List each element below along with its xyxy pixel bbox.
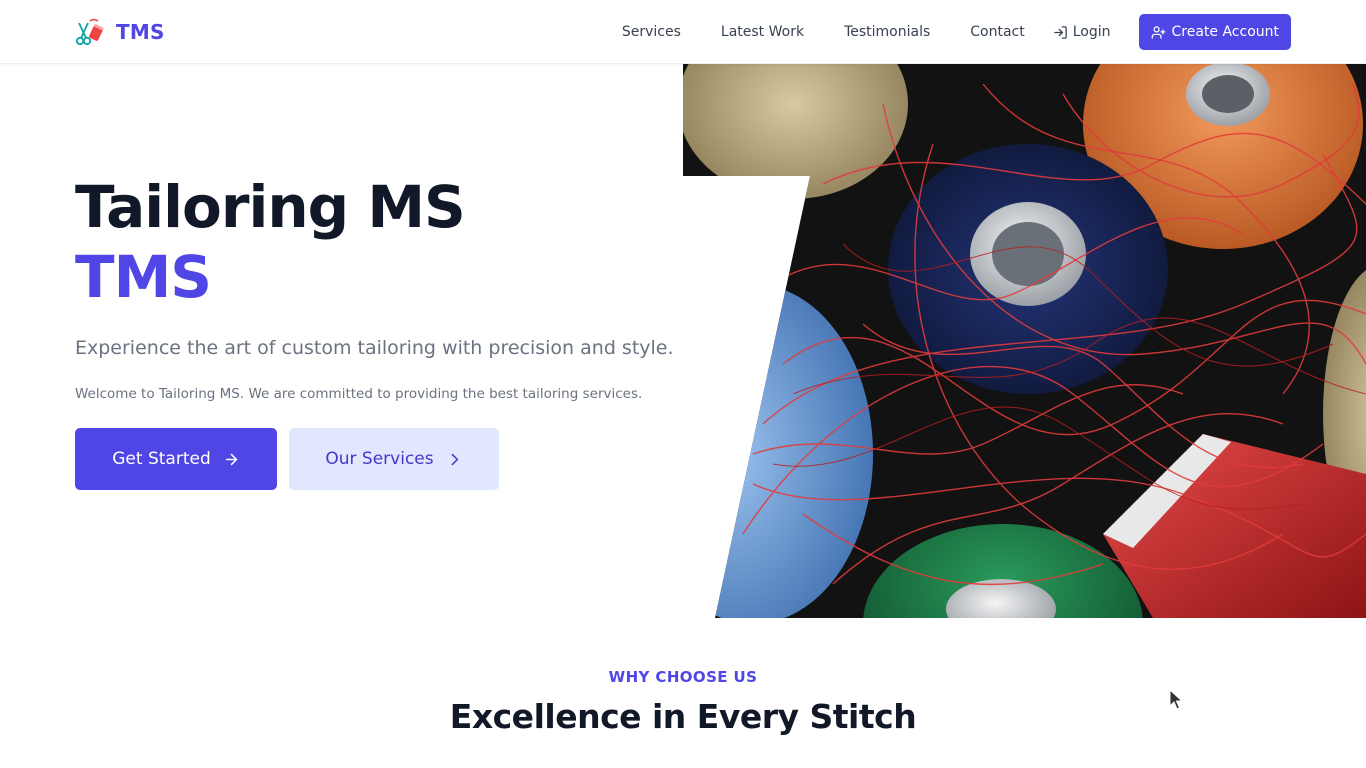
- nav-testimonials[interactable]: Testimonials: [844, 14, 930, 50]
- arrow-right-icon: [225, 453, 237, 465]
- nav-latest-work[interactable]: Latest Work: [721, 14, 804, 50]
- login-link[interactable]: Login: [1053, 24, 1111, 40]
- hero-subtitle: Experience the art of custom tailoring w…: [75, 337, 674, 359]
- brand[interactable]: TMS: [74, 17, 165, 47]
- hero-actions: Get Started Our Services: [75, 428, 499, 490]
- brand-name: TMS: [116, 20, 165, 44]
- login-label: Login: [1072, 24, 1111, 40]
- section-title: Excellence in Every Stitch: [449, 697, 917, 736]
- section-kicker: WHY CHOOSE US: [608, 668, 758, 686]
- login-icon: [1053, 25, 1067, 39]
- nav-services[interactable]: Services: [622, 14, 681, 50]
- nav-contact[interactable]: Contact: [970, 14, 1024, 50]
- hero-section: Tailoring MS TMS Experience the art of c…: [75, 172, 675, 404]
- mouse-cursor-icon: [1169, 689, 1183, 710]
- create-account-button[interactable]: Create Account: [1138, 14, 1291, 50]
- hero-description: Welcome to Tailoring MS. We are committe…: [75, 386, 643, 402]
- hero-title: Tailoring MS: [75, 173, 466, 241]
- create-account-label: Create Account: [1171, 24, 1280, 40]
- our-services-button[interactable]: Our Services: [289, 428, 499, 490]
- sewing-logo-icon: [75, 18, 104, 46]
- site-header: TMS Services Latest Work Testimonials Co…: [0, 0, 1366, 64]
- our-services-label: Our Services: [325, 449, 434, 469]
- get-started-label: Get Started: [112, 449, 211, 469]
- main-nav: Services Latest Work Testimonials Contac…: [622, 14, 1291, 50]
- hero-image-thread-spools: [683, 64, 1366, 618]
- hero-title-accent: TMS: [75, 243, 212, 311]
- user-plus-icon: [1151, 25, 1165, 39]
- get-started-button[interactable]: Get Started: [75, 428, 277, 490]
- chevron-right-icon: [451, 453, 458, 465]
